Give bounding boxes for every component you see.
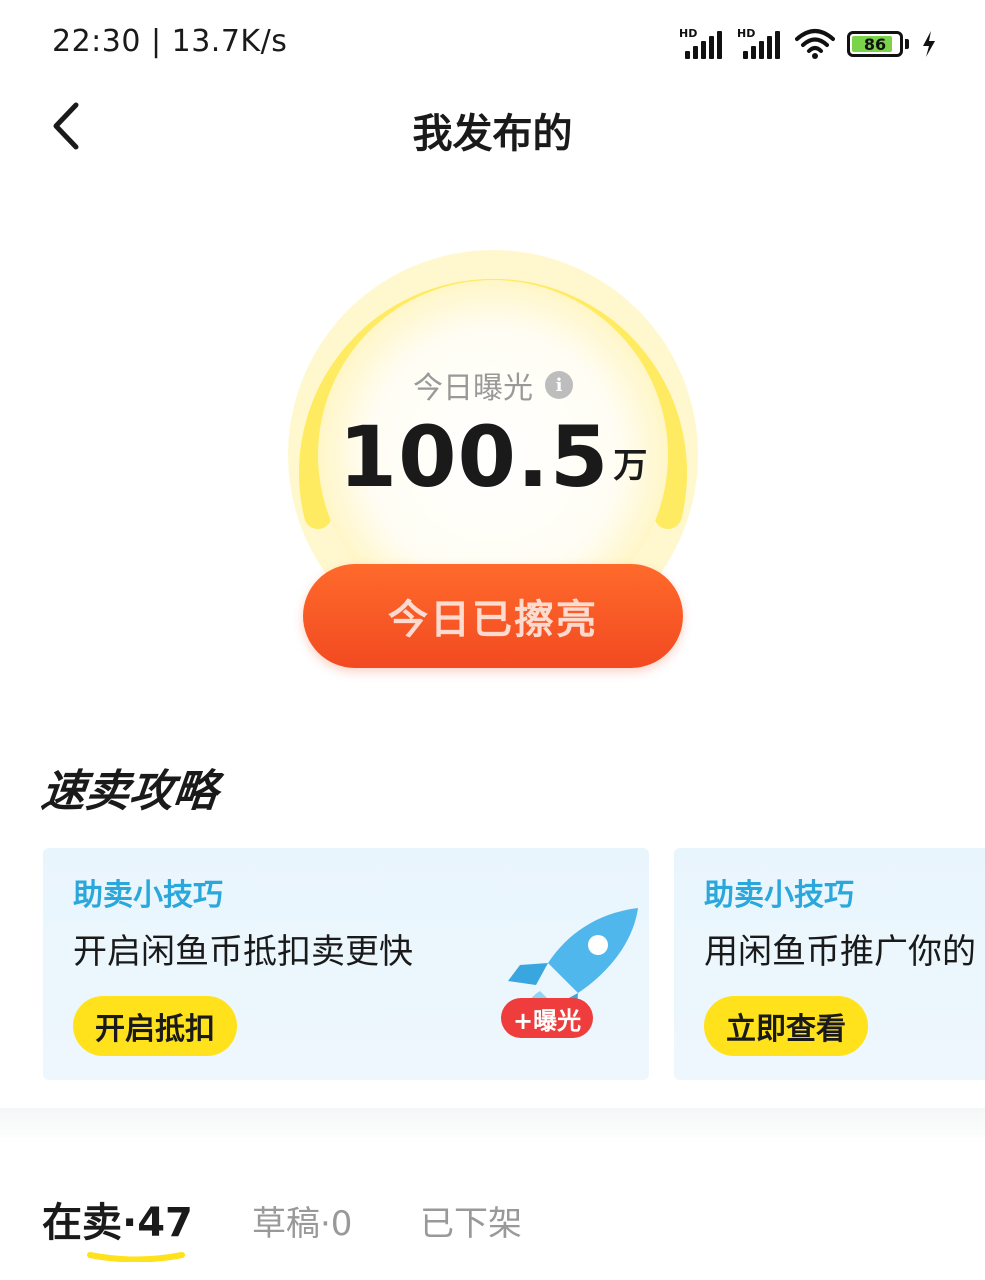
signal-icon: HD [737, 27, 783, 61]
exposure-label-row: 今日曝光 i [278, 363, 708, 407]
status-time: 22:30 | 13.7K/s [52, 24, 288, 59]
tip-card[interactable]: 助卖小技巧 用闲鱼币推广你的 立即查看 [674, 848, 985, 1080]
tab-drafts[interactable]: 草稿·0 [252, 1196, 352, 1245]
battery-level: 86 [863, 34, 887, 54]
exposure-widget: 今日曝光 i 100.5 万 [278, 245, 718, 605]
tip-tag: 助卖小技巧 [73, 878, 223, 913]
exposure-label: 今日曝光 [413, 371, 533, 406]
signal-icon: HD [679, 27, 725, 61]
section-title: 速卖攻略 [38, 766, 221, 817]
charging-icon [923, 31, 935, 57]
tip-tag: 助卖小技巧 [704, 878, 854, 913]
exposure-value: 100.5 [338, 408, 610, 506]
info-icon[interactable]: i [545, 371, 573, 399]
tip-text: 开启闲鱼币抵扣卖更快 [73, 932, 413, 972]
battery-icon: 86 [847, 31, 903, 57]
polished-today-button[interactable]: 今日已擦亮 [303, 564, 683, 668]
tip-card[interactable]: 助卖小技巧 开启闲鱼币抵扣卖更快 开启抵扣 +曝光 [43, 848, 649, 1080]
exposure-value-row: 100.5 万 [278, 415, 708, 499]
battery-cap [905, 39, 909, 49]
tab-offline[interactable]: 已下架 [420, 1196, 522, 1245]
wifi-icon [795, 29, 835, 59]
page-title: 我发布的 [412, 111, 573, 157]
view-now-button[interactable]: 立即查看 [704, 996, 868, 1056]
nav-bar: 我发布的 [0, 85, 985, 165]
enable-deduction-button[interactable]: 开启抵扣 [73, 996, 237, 1056]
tab-on-sale[interactable]: 在卖·47 [42, 1190, 193, 1248]
status-icons: HD HD 86 [679, 24, 937, 64]
tip-text: 用闲鱼币推广你的 [704, 932, 976, 972]
section-divider [0, 1108, 985, 1144]
exposure-badge: +曝光 [501, 998, 594, 1038]
status-bar: 22:30 | 13.7K/s HD HD 86 [0, 0, 985, 80]
exposure-unit: 万 [613, 446, 648, 486]
tab-active-indicator [87, 1252, 185, 1262]
page: 22:30 | 13.7K/s HD HD 86 我发布的 今日曝光 i 100… [0, 0, 985, 1280]
